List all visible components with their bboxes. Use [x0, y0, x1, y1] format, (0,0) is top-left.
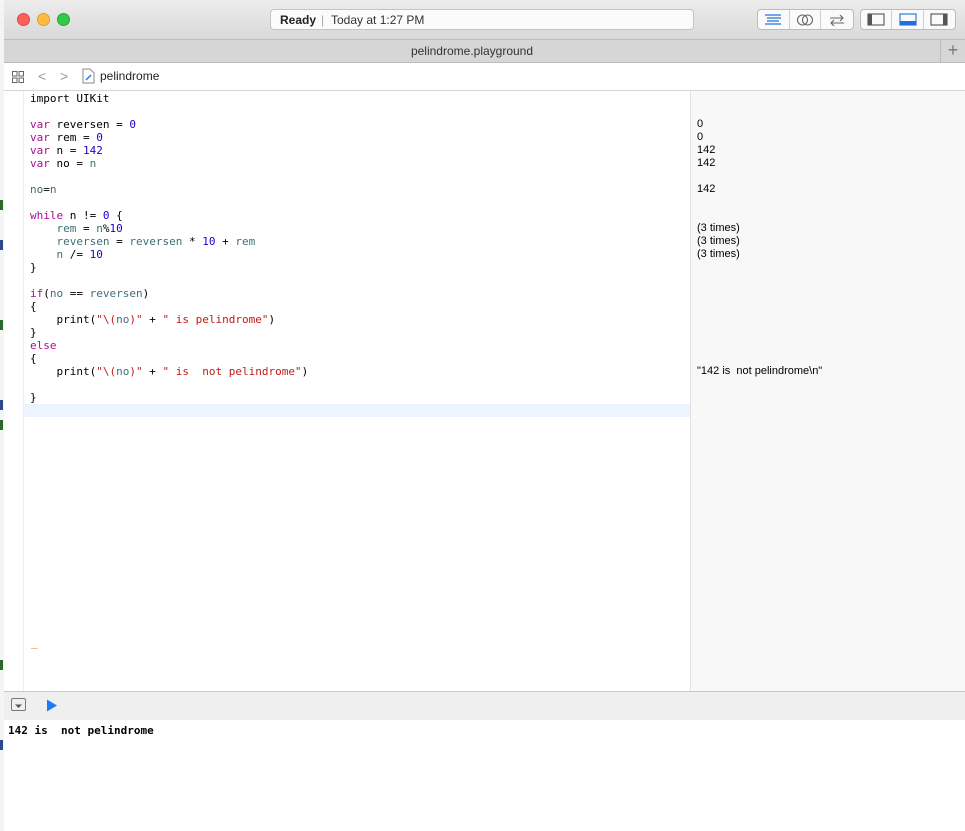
version-editor-icon: [830, 14, 845, 26]
source-editor[interactable]: import UIKit var reversen = 0 var rem = …: [4, 91, 690, 691]
result-value[interactable]: 142: [697, 144, 715, 157]
status-time: Today at 1:27 PM: [331, 13, 425, 27]
result-value[interactable]: (3 times): [697, 235, 740, 248]
version-editor-button[interactable]: [821, 10, 853, 29]
console-output-area[interactable]: 142 is not pelindrome: [4, 720, 965, 831]
code-line: print("\(no)" + " is not pelindrome"): [30, 365, 309, 378]
code-line: no=n: [30, 183, 57, 196]
minimize-window-button[interactable]: [37, 13, 50, 26]
playground-window: Ready | Today at 1:27 PM pelindrome.play…: [4, 0, 965, 831]
related-items-icon[interactable]: [12, 70, 24, 88]
assistant-editor-button[interactable]: [790, 10, 822, 29]
code-line: import UIKit: [30, 92, 110, 105]
code-line: else: [30, 339, 57, 352]
result-value[interactable]: 142: [697, 183, 715, 196]
result-value[interactable]: 142: [697, 157, 715, 170]
debug-bar: [4, 691, 965, 721]
results-sidebar: 0 0 142 142 142 (3 times) (3 times) (3 t…: [690, 91, 965, 691]
toggle-utilities-button[interactable]: [924, 10, 955, 29]
status-ready: Ready: [280, 13, 317, 27]
code-line: n /= 10: [56, 248, 103, 261]
code-line: print("\(no)" + " is pelindrome"): [30, 313, 276, 326]
breadcrumb-file[interactable]: pelindrome: [100, 69, 159, 83]
code-line: }: [30, 261, 37, 274]
code-line: var reversen = 0: [30, 118, 136, 131]
code-line: }: [30, 326, 37, 339]
back-button[interactable]: <: [38, 68, 46, 84]
editor-gutter: [4, 91, 24, 691]
code-line: var n = 142: [30, 144, 103, 157]
code-line: reversen = reversen * 10 + rem: [56, 235, 256, 248]
tab-bar: pelindrome.playground +: [4, 40, 965, 63]
result-value[interactable]: (3 times): [697, 222, 740, 235]
code-line: {: [30, 300, 37, 313]
standard-editor-icon: [765, 13, 782, 25]
code-line: {: [30, 352, 37, 365]
assistant-editor-icon: [796, 13, 814, 26]
code-line: var no = n: [30, 157, 97, 170]
activity-status: Ready | Today at 1:27 PM: [270, 9, 694, 30]
tab-playground[interactable]: pelindrome.playground: [4, 40, 940, 62]
insertion-marker: _: [31, 636, 38, 649]
zoom-window-button[interactable]: [57, 13, 70, 26]
toggle-debug-area-button[interactable]: [892, 10, 924, 29]
toggle-navigator-button[interactable]: [861, 10, 893, 29]
play-icon: [47, 699, 57, 712]
forward-button[interactable]: >: [60, 68, 68, 84]
jump-bar: < > pelindrome: [4, 63, 965, 91]
new-tab-button[interactable]: +: [940, 40, 965, 62]
standard-editor-button[interactable]: [758, 10, 790, 29]
code-line: }: [30, 391, 37, 404]
playground-file-icon: [82, 68, 95, 89]
hide-debug-area-button[interactable]: [11, 698, 26, 711]
result-value[interactable]: "142 is not pelindrome\n": [697, 365, 822, 378]
code-line: if(no == reversen): [30, 287, 150, 300]
debug-area-panel-icon: [898, 13, 917, 26]
run-playground-button[interactable]: [46, 699, 58, 717]
result-value[interactable]: 0: [697, 118, 703, 131]
console-output: 142 is not pelindrome: [8, 724, 154, 737]
code-line: rem = n%10: [56, 222, 123, 235]
result-value[interactable]: (3 times): [697, 248, 740, 261]
current-line-highlight: [24, 404, 690, 417]
editor-mode-group: [757, 9, 854, 30]
navigator-panel-icon: [867, 13, 885, 26]
code-line: while n != 0 {: [30, 209, 123, 222]
panel-toggle-group: [860, 9, 956, 30]
close-window-button[interactable]: [17, 13, 30, 26]
result-value[interactable]: 0: [697, 131, 703, 144]
hide-debug-area-icon: [15, 704, 22, 708]
status-separator: |: [321, 13, 325, 27]
title-bar: Ready | Today at 1:27 PM: [4, 0, 965, 40]
utilities-panel-icon: [930, 13, 948, 26]
code-line: var rem = 0: [30, 131, 103, 144]
